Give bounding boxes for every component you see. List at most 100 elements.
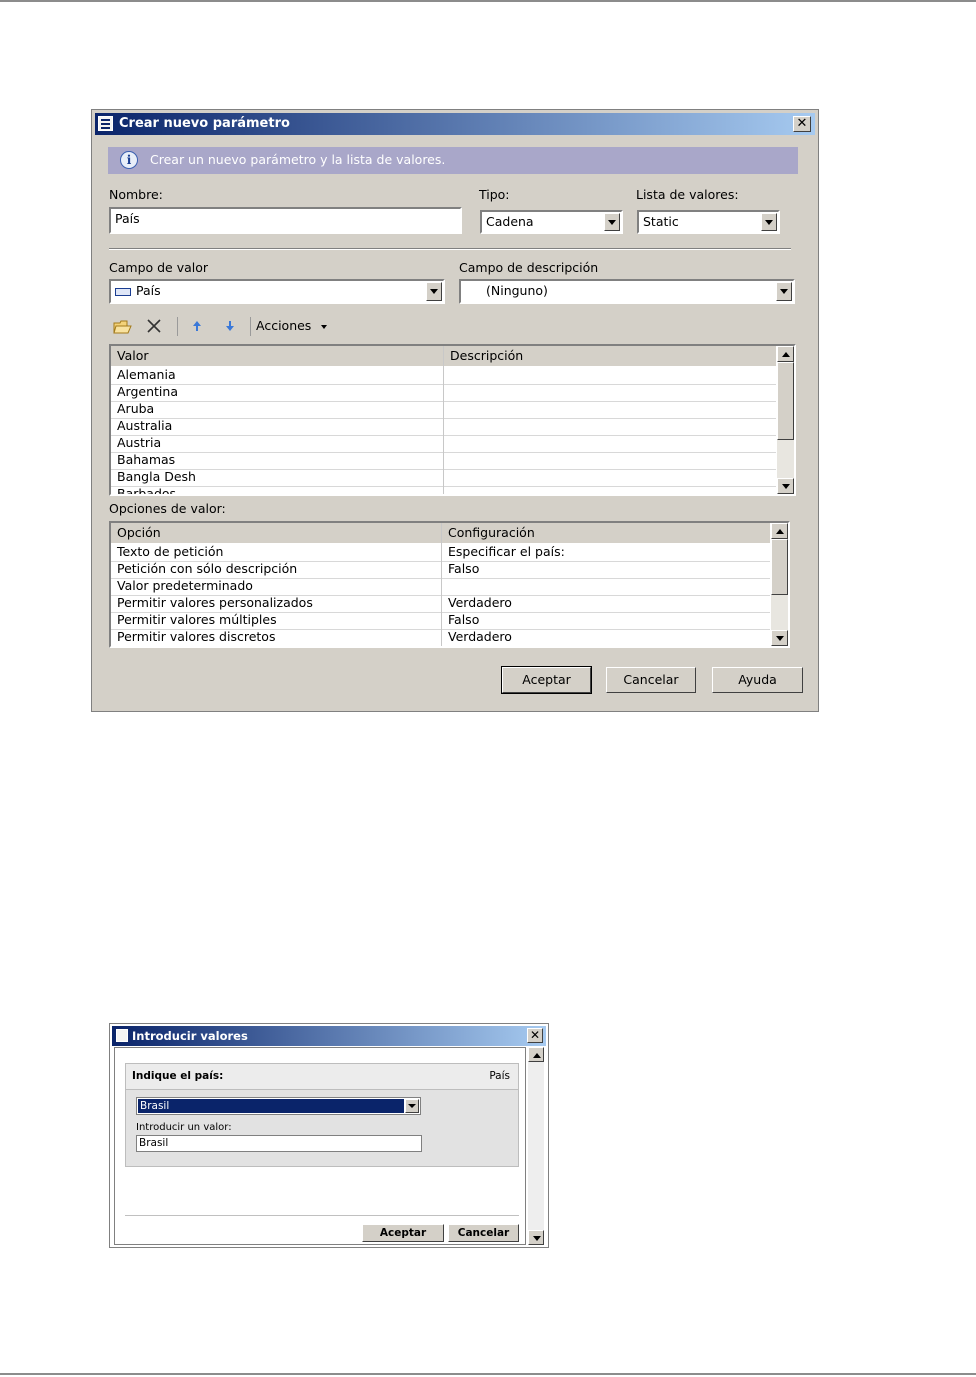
dropdown-arrow-icon [321, 324, 328, 329]
dialog-body: Indique el país: País Brasil Introducir … [114, 1047, 526, 1245]
prompt-label: Indique el país: [132, 1070, 224, 1082]
dialog-app-icon [116, 1029, 128, 1042]
campo-valor-value: País [136, 283, 161, 298]
values-scrollbar[interactable] [777, 346, 794, 494]
dialog-title: Crear nuevo parámetro [119, 116, 290, 131]
cell-valor: Bangla Desh [117, 469, 196, 484]
cell-valor: Barbados [117, 486, 177, 496]
cell-valor: Bahamas [117, 452, 176, 467]
chevron-down-icon[interactable] [604, 213, 620, 231]
cell-configuracion: Especificar el país: [448, 544, 565, 559]
delete-icon[interactable] [147, 319, 161, 333]
chevron-down-icon[interactable] [761, 213, 777, 231]
title-bar[interactable]: Crear nuevo parámetro [95, 113, 815, 135]
cell-opcion: Permitir valores múltiples [117, 612, 277, 627]
import-folder-icon[interactable] [113, 318, 132, 334]
separator [109, 248, 791, 250]
lista-valores-value: Static [643, 214, 679, 229]
options-table[interactable]: Opción Configuración Texto de petición Es… [109, 521, 790, 648]
cancelar-button[interactable]: Cancelar [448, 1224, 519, 1242]
dialog-scrollbar[interactable] [528, 1047, 544, 1245]
column-divider [441, 523, 442, 646]
cell-valor: Australia [117, 418, 173, 433]
options-rows: Texto de petición Especificar el país: Pe… [111, 544, 788, 646]
cell-opcion: Texto de petición [117, 544, 224, 559]
lista-valores-label: Lista de valores: [636, 187, 739, 202]
cancelar-button[interactable]: Cancelar [606, 667, 696, 693]
opciones-valor-label: Opciones de valor: [109, 501, 226, 516]
scroll-up-button[interactable] [528, 1047, 544, 1062]
campo-descripcion-label: Campo de descripción [459, 260, 599, 275]
cell-opcion: Permitir valores discretos [117, 629, 276, 644]
value-input[interactable]: Brasil [136, 1135, 422, 1152]
column-header-descripcion[interactable]: Descripción [450, 346, 523, 366]
values-toolbar: Acciones [109, 314, 409, 338]
column-header-configuracion[interactable]: Configuración [448, 523, 535, 543]
aceptar-button[interactable]: Aceptar [501, 666, 592, 694]
scroll-down-button[interactable] [528, 1230, 544, 1245]
cell-configuracion: Falso [448, 561, 480, 576]
move-up-icon[interactable] [191, 320, 203, 332]
chevron-down-icon[interactable] [776, 282, 792, 301]
cell-valor: Austria [117, 435, 162, 450]
scroll-up-button[interactable] [777, 346, 794, 362]
cell-configuracion: Verdadero [448, 629, 512, 644]
aceptar-button[interactable]: Aceptar [362, 1224, 444, 1242]
cell-valor: Argentina [117, 384, 178, 399]
column-divider [443, 346, 444, 494]
campo-descripcion-value: (Ninguno) [486, 283, 548, 298]
campo-valor-select[interactable]: País [109, 279, 445, 304]
campo-descripcion-select[interactable]: (Ninguno) [459, 279, 795, 304]
cell-configuracion: Falso [448, 612, 480, 627]
scroll-thumb[interactable] [777, 362, 794, 440]
column-header-valor[interactable]: Valor [117, 346, 149, 366]
introducir-valores-dialog: Introducir valores ✕ Indique el país: Pa… [109, 1023, 549, 1248]
close-button[interactable]: ✕ [527, 1028, 543, 1043]
toolbar-divider [250, 317, 251, 336]
tipo-select-value: Cadena [486, 214, 534, 229]
scroll-up-button[interactable] [771, 523, 788, 539]
scroll-thumb[interactable] [771, 539, 788, 595]
acciones-label: Acciones [256, 318, 312, 333]
tipo-label: Tipo: [479, 187, 510, 202]
chevron-down-icon[interactable] [426, 282, 442, 301]
info-icon: i [120, 151, 138, 169]
cell-valor: Alemania [117, 367, 176, 382]
move-down-icon[interactable] [224, 320, 236, 332]
values-rows: Alemania Argentina Aruba Australia Austr… [111, 367, 794, 494]
scroll-down-button[interactable] [777, 478, 794, 494]
cell-valor: Aruba [117, 401, 155, 416]
value-select-selected: Brasil [138, 1099, 404, 1113]
cell-opcion: Petición con sólo descripción [117, 561, 298, 576]
cell-configuracion: Verdadero [448, 595, 512, 610]
value-select[interactable]: Brasil [136, 1097, 421, 1115]
dialog-title: Introducir valores [132, 1029, 248, 1043]
prompt-group: Indique el país: País Brasil Introducir … [125, 1063, 519, 1167]
page-top-rule [0, 0, 976, 2]
prompt-header: Indique el país: País [126, 1064, 518, 1090]
title-bar[interactable]: Introducir valores [112, 1026, 546, 1046]
input-label: Introducir un valor: [136, 1122, 232, 1133]
nombre-label: Nombre: [109, 187, 163, 202]
info-bar: i Crear un nuevo parámetro y la lista de… [108, 147, 798, 174]
scroll-down-button[interactable] [771, 630, 788, 646]
param-name: País [489, 1070, 510, 1082]
dialog-app-icon [98, 116, 113, 131]
column-header-opcion[interactable]: Opción [117, 523, 161, 543]
page-bottom-rule [0, 1373, 976, 1375]
separator [125, 1215, 519, 1216]
nombre-input[interactable]: País [109, 207, 462, 234]
values-table[interactable]: Valor Descripción Alemania Argentina Aru… [109, 344, 796, 496]
toolbar-divider [177, 317, 178, 336]
cell-opcion: Valor predeterminado [117, 578, 253, 593]
acciones-menu[interactable]: Acciones [256, 318, 328, 333]
campo-valor-label: Campo de valor [109, 260, 209, 275]
options-scrollbar[interactable] [771, 523, 788, 646]
ayuda-button[interactable]: Ayuda [712, 667, 803, 693]
lista-valores-select[interactable]: Static [637, 210, 780, 234]
chevron-down-icon[interactable] [405, 1099, 419, 1113]
arrow-glyph-icon [408, 1104, 416, 1108]
field-icon [115, 288, 131, 296]
close-button[interactable]: ✕ [793, 116, 811, 132]
tipo-select[interactable]: Cadena [480, 210, 623, 234]
